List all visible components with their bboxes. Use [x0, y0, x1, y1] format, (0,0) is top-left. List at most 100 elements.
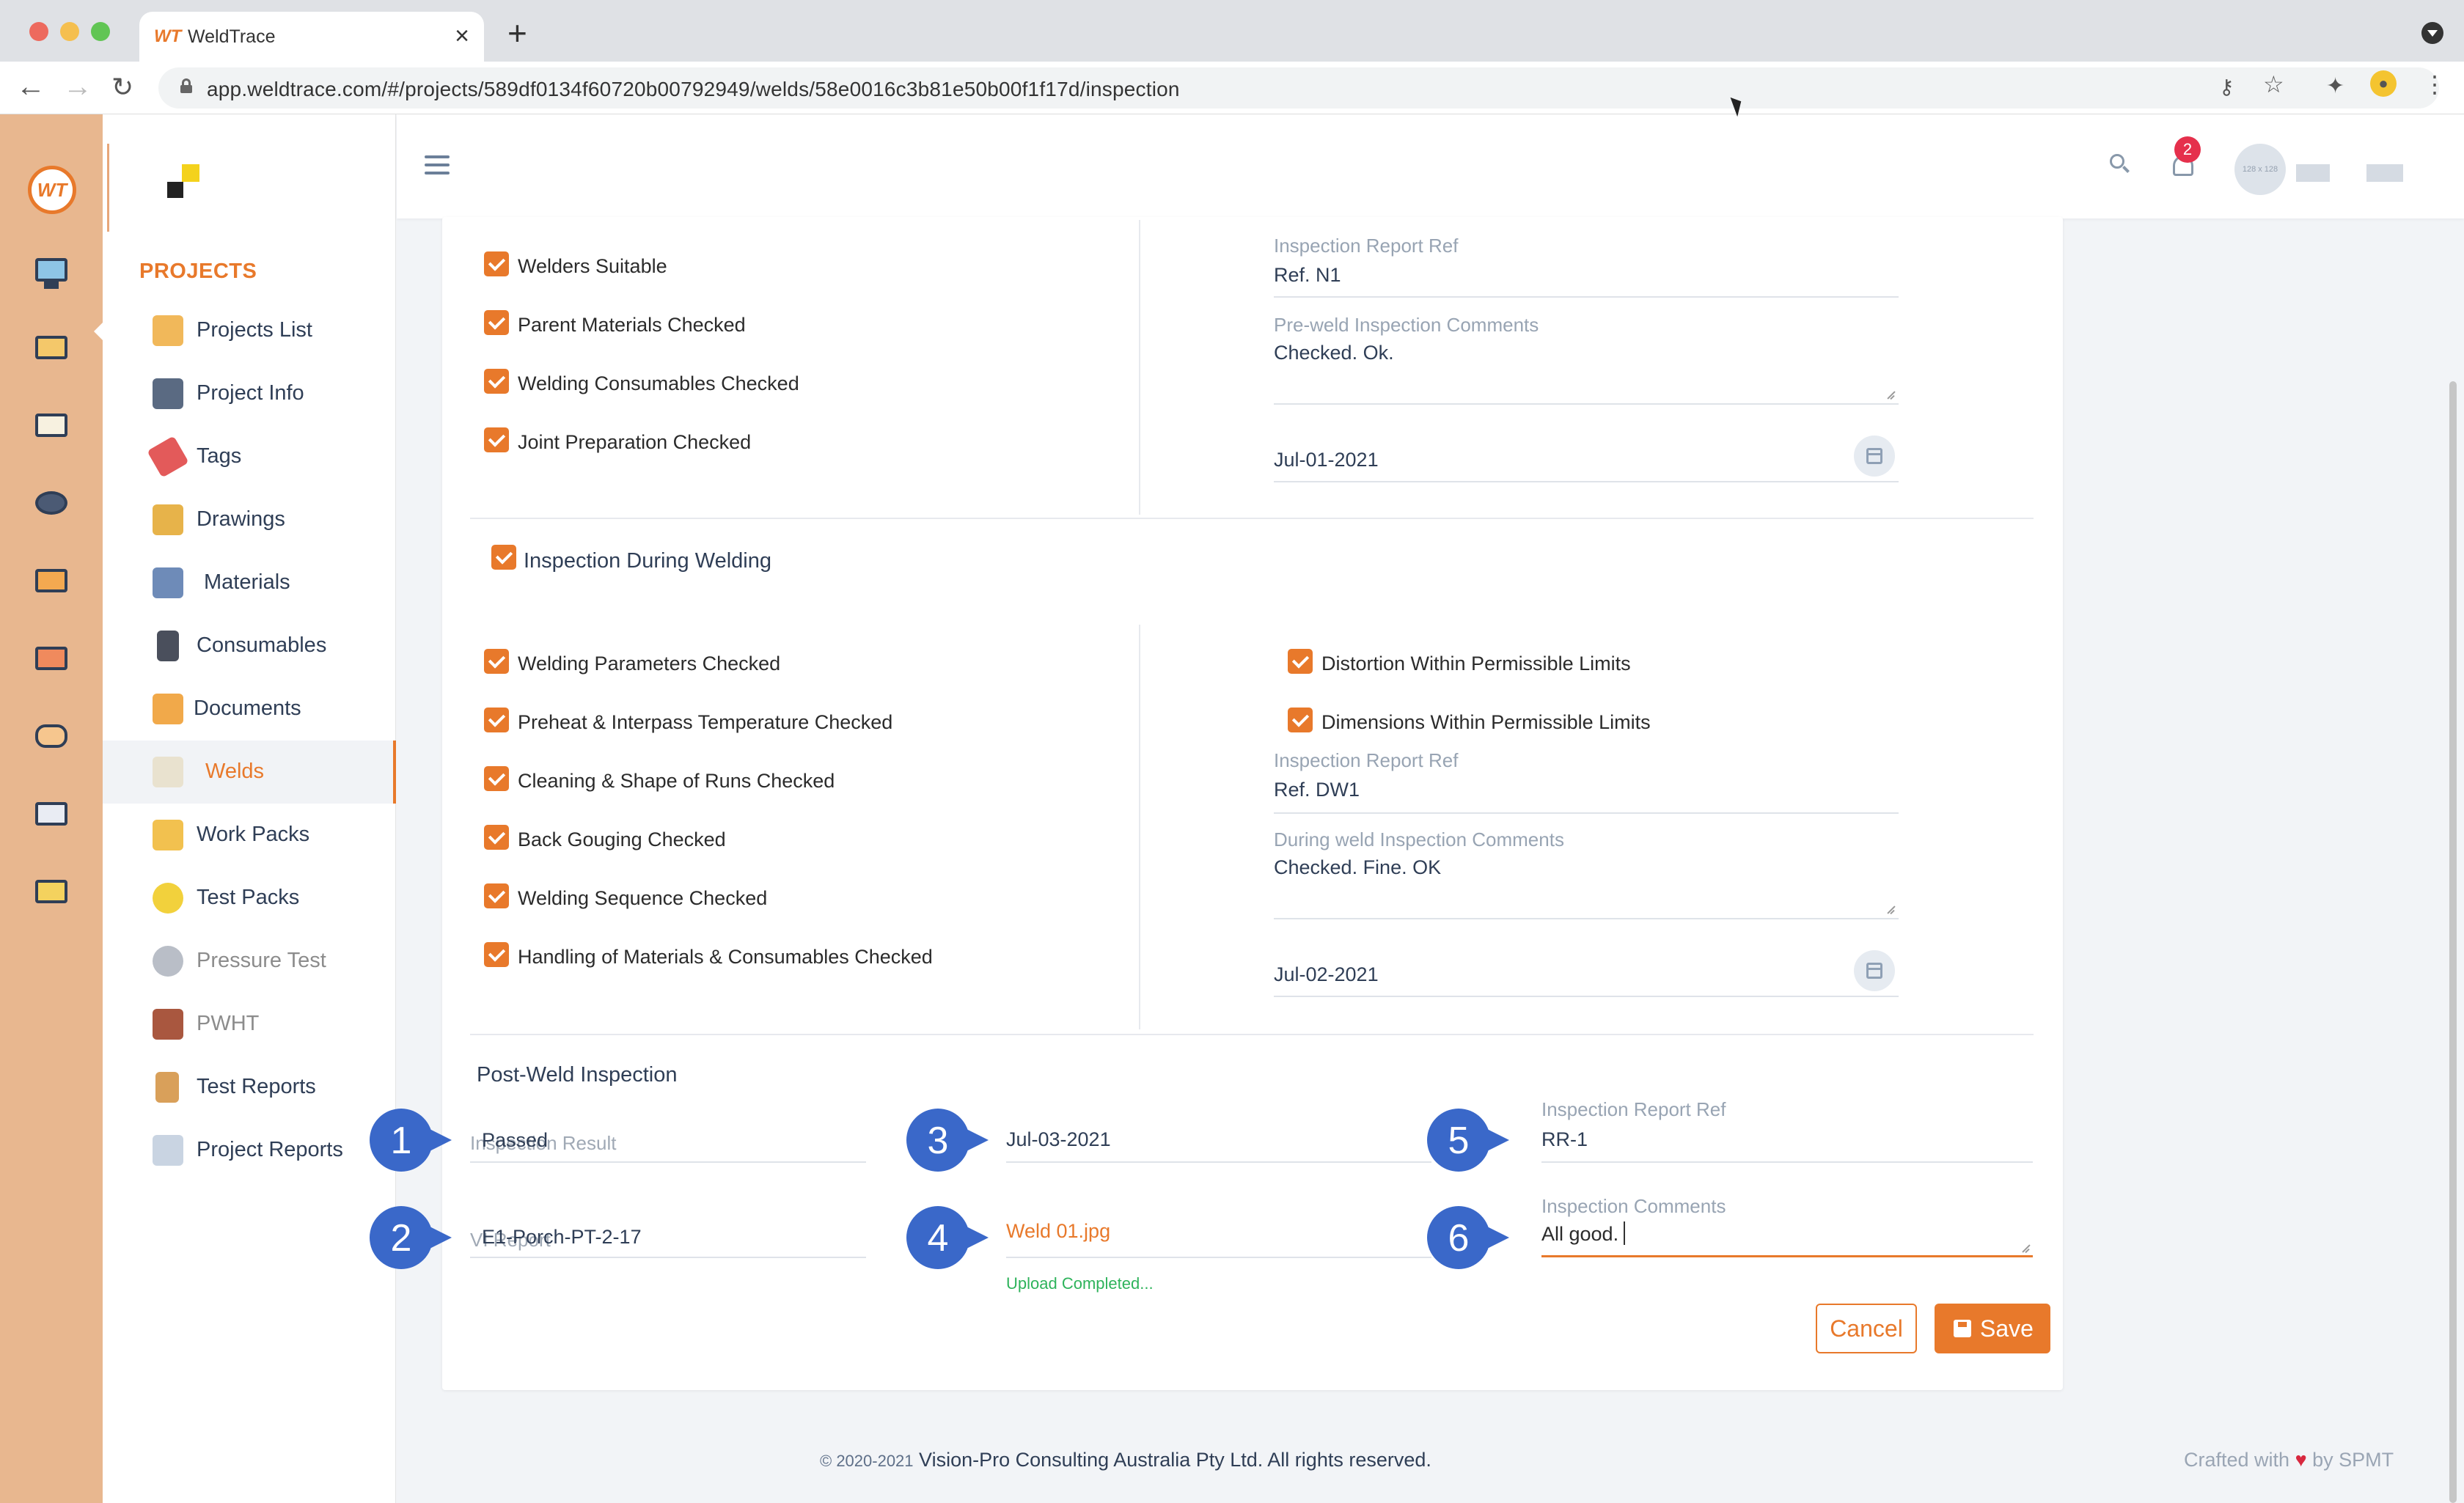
minimize-window-button[interactable] [60, 22, 79, 41]
users-group-icon[interactable] [32, 720, 70, 758]
sidebar-divider [107, 144, 109, 232]
upload-status-text: Upload Completed... [1006, 1274, 1154, 1293]
sidebar-item-label: Test Packs [197, 886, 300, 909]
save-button[interactable]: Save [1935, 1304, 2050, 1353]
by-text[interactable]: by SPMT [2312, 1449, 2394, 1471]
during-weld-report-ref-input[interactable]: Ref. DW1 [1274, 779, 1360, 801]
new-tab-icon[interactable]: + [507, 13, 527, 53]
checkbox-parent-materials[interactable] [484, 310, 509, 335]
checkbox-dimensions[interactable] [1288, 708, 1313, 732]
sidebar-item-work-packs[interactable]: Work Packs [103, 804, 396, 867]
browser-menu-icon[interactable]: ⋮ [2423, 70, 2446, 98]
user-menu-placeholder[interactable] [2366, 164, 2403, 182]
check-label: Welders Suitable [518, 255, 667, 277]
hamburger-menu-icon[interactable] [425, 155, 450, 174]
check-label: Dimensions Within Permissible Limits [1321, 711, 1651, 733]
cancel-button[interactable]: Cancel [1816, 1304, 1917, 1353]
sidebar-item-tags[interactable]: Tags [103, 425, 396, 488]
checkbox-welders-suitable[interactable] [484, 251, 509, 276]
uploaded-file-link[interactable]: Weld 01.jpg [1006, 1220, 1110, 1243]
calendar-icon[interactable] [1854, 436, 1895, 477]
check-label: Joint Preparation Checked [518, 431, 752, 453]
maximize-window-button[interactable] [91, 22, 110, 41]
welder-icon[interactable] [32, 487, 70, 525]
training-board-icon[interactable] [32, 642, 70, 680]
inspection-result-select[interactable]: Passed [482, 1129, 548, 1152]
sidebar-item-label: Tags [197, 444, 242, 468]
sidebar-item-project-info[interactable]: Project Info [103, 362, 396, 425]
extensions-icon[interactable]: ✦ [2326, 73, 2344, 99]
app-logo[interactable]: WT [28, 166, 76, 214]
checkbox-welding-sequence[interactable] [484, 883, 509, 908]
badge-id-icon[interactable] [32, 875, 70, 914]
user-avatar[interactable]: 128 x 128 [2234, 144, 2286, 195]
checkbox-cleaning-shape[interactable] [484, 766, 509, 791]
clipboard-clock-icon[interactable] [32, 798, 70, 836]
sidebar-item-pressure-test[interactable]: Pressure Test [103, 930, 396, 993]
input-underline-active [1541, 1255, 2033, 1257]
during-weld-comments-textarea[interactable]: Checked. Fine. OK [1274, 856, 1441, 879]
sidebar-item-label: Pressure Test [197, 949, 326, 972]
resize-handle-icon[interactable] [1885, 389, 1895, 399]
sidebar-item-consumables[interactable]: Consumables [103, 614, 396, 677]
check-label: Cleaning & Shape of Runs Checked [518, 770, 835, 792]
vi-report-input[interactable]: E1-Porch-PT-2-17 [482, 1226, 642, 1249]
browser-tab[interactable]: WT WeldTrace × [139, 12, 484, 62]
post-weld-report-ref-input[interactable]: RR-1 [1541, 1128, 1588, 1151]
forward-icon[interactable]: → [63, 70, 92, 103]
sidebar-item-documents[interactable]: Documents [103, 677, 396, 741]
checkbox-handling-materials[interactable] [484, 942, 509, 967]
pre-weld-report-ref-label: Inspection Report Ref [1274, 235, 1459, 257]
checklist-icon [155, 1072, 179, 1103]
checkbox-welding-parameters[interactable] [484, 649, 509, 674]
resize-handle-icon[interactable] [1885, 903, 1895, 914]
during-weld-date-input[interactable]: Jul-02-2021 [1274, 963, 1379, 986]
bookmark-star-icon[interactable]: ☆ [2263, 70, 2284, 98]
sidebar-item-welds[interactable]: Welds [103, 741, 396, 804]
dashboard-icon[interactable] [32, 254, 70, 292]
pre-weld-comments-textarea[interactable]: Checked. Ok. [1274, 342, 1394, 364]
settings-document-icon[interactable] [32, 409, 70, 447]
sidebar-item-materials[interactable]: Materials [103, 551, 396, 614]
sidebar-item-drawings[interactable]: Drawings [103, 488, 396, 551]
pre-weld-report-ref-input[interactable]: Ref. N1 [1274, 264, 1341, 287]
back-icon[interactable]: ← [16, 70, 45, 103]
checkbox-back-gouging[interactable] [484, 825, 509, 850]
pre-weld-date-input[interactable]: Jul-01-2021 [1274, 449, 1379, 471]
reload-icon[interactable]: ↻ [111, 72, 133, 103]
input-underline [1006, 1161, 1431, 1163]
page-scrollbar[interactable] [2449, 381, 2457, 1503]
search-icon[interactable] [2110, 154, 2130, 174]
hierarchy-icon[interactable] [32, 565, 70, 603]
key-icon[interactable]: ⚷ [2219, 75, 2234, 99]
post-weld-comments-textarea[interactable]: All good. [1541, 1223, 1618, 1246]
checkbox-distortion[interactable] [1288, 649, 1313, 674]
column-divider [1139, 625, 1140, 1029]
checkbox-joint-preparation[interactable] [484, 427, 509, 452]
tab-search-icon[interactable] [2421, 22, 2443, 44]
column-divider [1139, 220, 1140, 515]
address-bar[interactable]: app.weldtrace.com/#/projects/589df0134f6… [158, 67, 2439, 109]
sidebar-item-test-packs[interactable]: Test Packs [103, 867, 396, 930]
resize-handle-icon[interactable] [2020, 1242, 2030, 1252]
checkbox-preheat-interpass[interactable] [484, 708, 509, 732]
floppy-disk-icon [1954, 1320, 1971, 1337]
close-tab-icon[interactable]: × [455, 22, 469, 51]
sidebar-item-projects-list[interactable]: Projects List [94, 299, 396, 362]
check-label: Welding Consumables Checked [518, 372, 799, 394]
sidebar-item-project-reports[interactable]: Project Reports [103, 1119, 396, 1182]
projects-folder-icon[interactable] [32, 331, 70, 370]
post-weld-date-input[interactable]: Jul-03-2021 [1006, 1128, 1111, 1151]
profile-avatar-icon[interactable]: ● [2370, 70, 2397, 97]
checkbox-inspection-during-welding[interactable] [491, 545, 516, 570]
sidebar-item-pwht[interactable]: PWHT [103, 993, 396, 1056]
pre-weld-comments-label: Pre-weld Inspection Comments [1274, 314, 1539, 336]
copyright-text[interactable]: Vision-Pro Consulting Australia Pty Ltd.… [919, 1449, 1431, 1471]
close-window-button[interactable] [29, 22, 48, 41]
sidebar-item-label: Drawings [197, 507, 285, 531]
sidebar-item-test-reports[interactable]: Test Reports [103, 1056, 396, 1119]
checkbox-welding-consumables[interactable] [484, 369, 509, 394]
calendar-icon[interactable] [1854, 950, 1895, 991]
check-label: Welding Parameters Checked [518, 653, 781, 675]
input-underline [1541, 1161, 2033, 1163]
